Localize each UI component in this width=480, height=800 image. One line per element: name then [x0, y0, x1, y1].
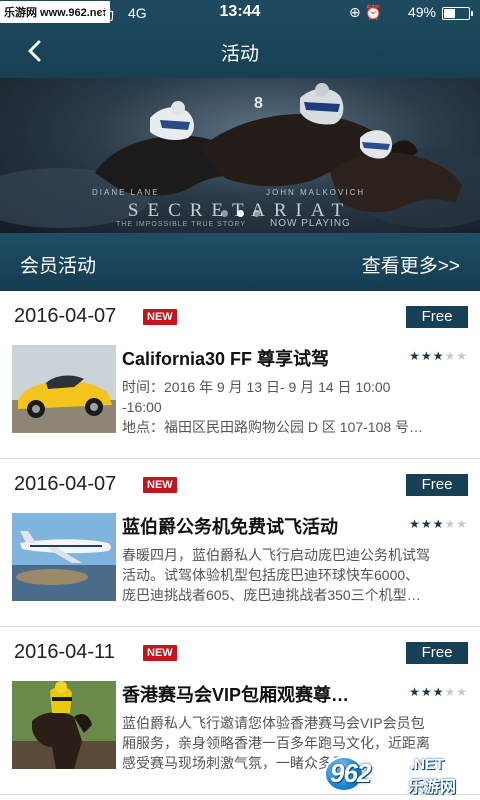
banner-page-dot[interactable] [236, 210, 244, 217]
activity-description: 春暖四月，蓝伯爵私人飞行启动庞巴迪公务机试驾 活动。试驾体验机型包括庞巴迪环球快车… [122, 545, 470, 605]
activity-date: 2016-04-11 [14, 641, 115, 663]
star-filled-icon: ★ [409, 517, 421, 531]
star-empty-icon: ★ [444, 349, 457, 363]
activity-title[interactable]: 蓝伯爵公务机免费试飞活动 [122, 513, 392, 539]
battery-percent: 49% [407, 4, 436, 20]
star-filled-icon: ★ [432, 685, 445, 699]
activity-description-line: 时间：2016 年 9 月 13 日- 9 月 14 日 10:00 [122, 379, 391, 395]
star-filled-icon: ★ [409, 685, 421, 699]
star-empty-icon: ★ [444, 685, 457, 699]
activity-description-line: 地点：福田区民田路购物公园 D 区 107-108 号… [122, 419, 424, 435]
activity-description-line: 厢服务，亲身领略香港一百多年跑马文化，近距离 [122, 735, 430, 751]
star-filled-icon: ★ [409, 349, 421, 363]
star-filled-icon: ★ [432, 349, 445, 363]
private-jet-thumbnail [12, 513, 116, 601]
new-badge: NEW [143, 477, 177, 493]
star-empty-icon: ★ [444, 517, 457, 531]
app-header: 乐游网 www.962.net 动 4G 13:44 ⊕ ⏰ 49% 活动 [0, 0, 480, 78]
racehorse-jockey-thumbnail [12, 681, 116, 769]
activity-description-line: -16:00 [122, 399, 162, 415]
activity-date: 2016-04-07 [14, 305, 117, 327]
activity-thumbnail[interactable] [12, 681, 116, 769]
star-filled-icon: ★ [420, 517, 433, 531]
battery-icon [442, 7, 473, 20]
activity-description-line: 蓝伯爵私人飞行邀请您体验香港赛马会VIP会员包 [122, 715, 425, 731]
activity-list: 2016-04-07 NEW Free California30 FF 尊享试驾 ★★★… [0, 291, 480, 795]
site-watermark-logo: 962 .NET 乐游网 [324, 754, 472, 796]
view-more-link[interactable]: 查看更多>> [362, 251, 460, 278]
activity-title[interactable]: 香港赛马会VIP包厢观赛尊… [122, 681, 392, 707]
nav-bar: 活动 [0, 26, 480, 78]
star-filled-icon: ★ [432, 517, 445, 531]
activity-rating: ★★★★★ [409, 349, 468, 363]
activity-description: 时间：2016 年 9 月 13 日- 9 月 14 日 10:00 -16:00… [122, 377, 470, 437]
price-badge: Free [406, 642, 468, 664]
activity-rating: ★★★★★ [409, 685, 468, 699]
banner-tagline: THE IMPOSSIBLE TRUE STORY [116, 221, 247, 228]
svg-text:8: 8 [254, 95, 263, 112]
member-activities-header: 会员活动 查看更多>> [0, 233, 480, 291]
new-badge: NEW [143, 309, 177, 325]
activity-description-line: 春暖四月，蓝伯爵私人飞行启动庞巴迪公务机试驾 [122, 547, 430, 563]
section-title: 会员活动 [20, 256, 97, 277]
status-icons: ⊕ ⏰ [348, 4, 382, 20]
banner-page-dot[interactable] [252, 210, 260, 217]
activity-thumbnail[interactable] [12, 345, 116, 433]
star-empty-icon: ★ [456, 349, 468, 363]
new-badge: NEW [143, 645, 177, 661]
banner-credit-left: DIANE LANE [92, 188, 160, 197]
page-title: 活动 [220, 44, 259, 65]
activity-title[interactable]: California30 FF 尊享试驾 [122, 345, 392, 371]
star-empty-icon: ★ [456, 517, 468, 531]
status-bar: 乐游网 www.962.net 动 4G 13:44 ⊕ ⏰ 49% [0, 0, 480, 26]
price-badge: Free [406, 474, 468, 496]
watermark-name: 乐游网 [408, 779, 457, 796]
activity-item[interactable]: 2016-04-07 NEW Free 蓝伯爵公务机免费试飞活动 ★★★★★ 春暖四月，蓝… [0, 459, 480, 627]
watermark-number: 962 [330, 758, 371, 788]
activity-date: 2016-04-07 [14, 473, 117, 495]
price-badge: Free [406, 306, 468, 328]
activity-thumbnail[interactable] [12, 513, 116, 601]
yellow-sports-car-thumbnail [12, 345, 116, 433]
watermark-suffix: .NET [410, 756, 445, 773]
banner-now-playing: NOW PLAYING [270, 218, 351, 229]
star-empty-icon: ★ [456, 685, 468, 699]
activity-description-line: 庞巴迪挑战者605、庞巴迪挑战者350三个机型… [122, 587, 421, 603]
banner-page-dot[interactable] [220, 210, 228, 217]
activity-rating: ★★★★★ [409, 517, 468, 531]
activity-item[interactable]: 2016-04-07 NEW Free California30 FF 尊享试驾 ★★★… [0, 291, 480, 459]
banner-page-indicator [0, 210, 480, 217]
activity-description-line: 活动。试驾体验机型包括庞巴迪环球快车6000、 [122, 567, 420, 583]
star-filled-icon: ★ [420, 685, 433, 699]
star-filled-icon: ★ [420, 349, 433, 363]
banner-credit-right: JOHN MALKOVICH [266, 188, 366, 197]
